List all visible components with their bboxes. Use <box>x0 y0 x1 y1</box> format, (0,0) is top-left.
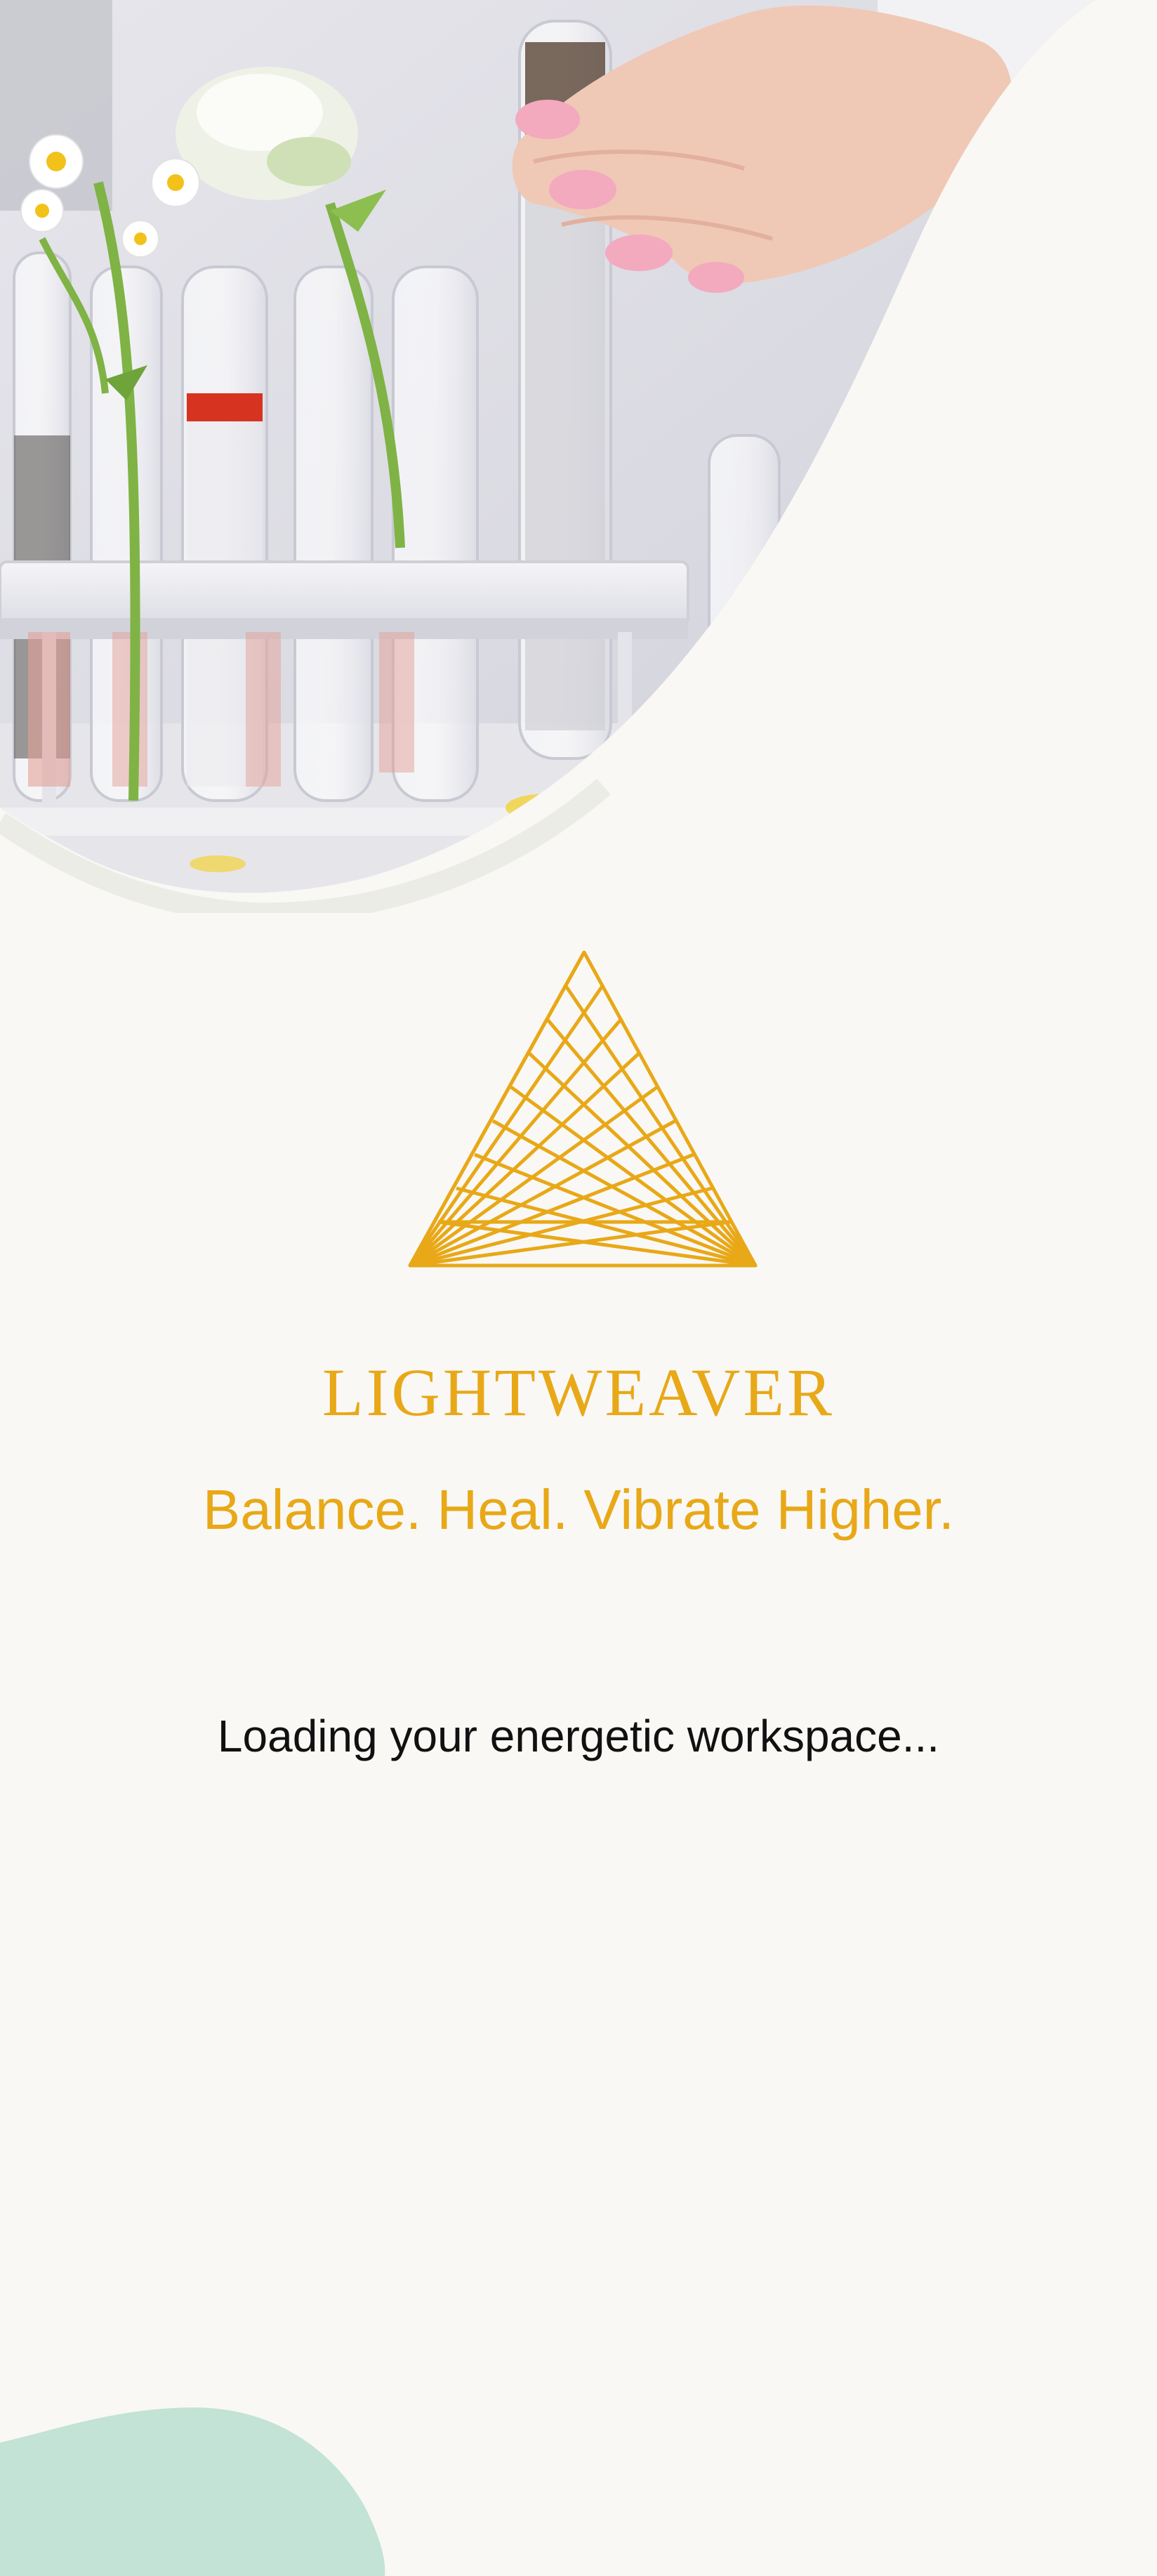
tagline: Balance. Heal. Vibrate Higher. <box>202 1478 955 1541</box>
brand-wordmark: LIGHTWEAVER <box>322 1355 835 1430</box>
splash-screen: LIGHTWEAVER Balance. Heal. Vibrate Highe… <box>0 0 1157 2576</box>
lab-test-tubes-with-flowers-photo <box>0 0 1095 913</box>
decorative-mint-blob <box>0 2402 393 2576</box>
loading-status-text: Loading your energetic workspace... <box>217 1711 940 1761</box>
geometric-triangle-logo-icon <box>407 948 758 1271</box>
hero-photo <box>0 0 1157 913</box>
